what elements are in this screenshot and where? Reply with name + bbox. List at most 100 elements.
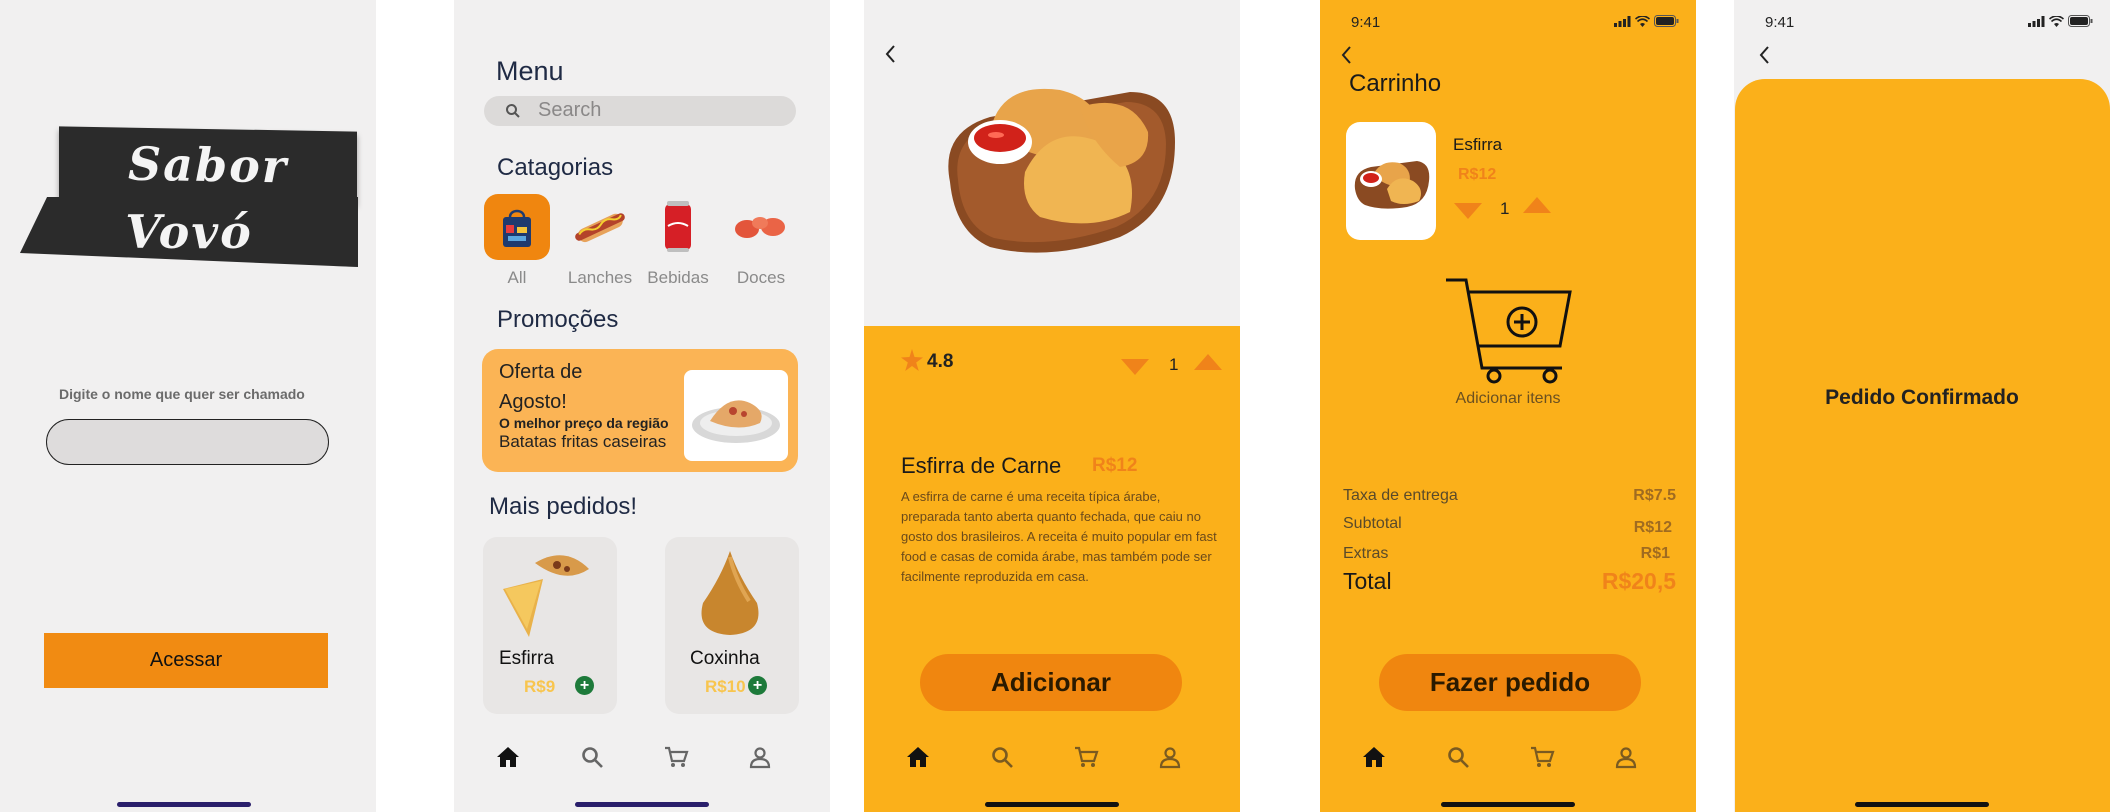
signal-icon <box>1614 15 1631 27</box>
subtotal-row: Subtotal R$12 <box>1343 515 1676 536</box>
name-input[interactable] <box>46 419 329 465</box>
add-to-cart-button[interactable]: Adicionar <box>920 654 1182 711</box>
tab-cart[interactable] <box>1069 740 1103 774</box>
tab-profile[interactable] <box>1153 740 1187 774</box>
search-icon <box>506 104 520 118</box>
home-indicator[interactable] <box>985 802 1119 807</box>
tab-home[interactable] <box>901 740 935 774</box>
back-icon[interactable] <box>1758 45 1770 65</box>
category-label: Doces <box>736 268 786 287</box>
delivery-fee-label: Taxa de entrega <box>1343 487 1458 504</box>
product-image <box>948 88 1175 253</box>
cart-icon <box>665 746 689 767</box>
back-icon[interactable] <box>884 44 896 64</box>
search-input[interactable]: Search <box>538 99 601 122</box>
tab-bar <box>864 740 1240 774</box>
quantity-value: 1 <box>1169 355 1179 374</box>
popular-title: Mais pedidos! <box>489 493 638 520</box>
add-item-button[interactable]: + <box>575 676 594 695</box>
popular-item-esfirra[interactable]: Esfirra R$9 + <box>483 537 617 714</box>
category-label: All <box>507 268 527 287</box>
star-icon <box>901 349 923 371</box>
increase-quantity-icon[interactable] <box>1523 197 1551 213</box>
hot-dog-icon <box>567 194 633 260</box>
tab-search[interactable] <box>575 740 609 774</box>
cart-item-name: Esfirra <box>1453 135 1503 154</box>
home-indicator[interactable] <box>1855 802 1989 807</box>
home-indicator[interactable] <box>117 802 251 807</box>
product-description: A esfirra de carne é uma receita típica … <box>901 489 1217 584</box>
subtotal-label: Subtotal <box>1343 515 1402 532</box>
delivery-fee-value: R$7.5 <box>1633 487 1676 504</box>
battery-icon <box>2068 15 2093 27</box>
cart-item-price: R$12 <box>1458 166 1497 183</box>
confirmation-sheet <box>1735 79 2110 812</box>
place-order-button[interactable]: Fazer pedido <box>1379 654 1641 711</box>
back-icon[interactable] <box>1340 45 1352 65</box>
category-label: Bebidas <box>647 268 709 287</box>
coxinha-image <box>701 551 759 635</box>
status-time: 9:41 <box>1765 14 1795 31</box>
tab-profile[interactable] <box>743 740 777 774</box>
item-name: Coxinha <box>690 648 760 669</box>
tab-home[interactable] <box>491 740 525 774</box>
profile-icon <box>1159 747 1181 769</box>
home-indicator[interactable] <box>1441 802 1575 807</box>
confirmation-message: Pedido Confirmado <box>1825 386 2019 409</box>
tab-search[interactable] <box>985 740 1019 774</box>
cart-screen: 9:41 Carrinho Esfirra R$12 1 Adicionar i… <box>1320 0 1696 812</box>
logo: Sabor <box>59 126 357 204</box>
status-icons <box>1614 15 1679 27</box>
search-icon <box>582 747 603 768</box>
total-row: Total R$20,5 <box>1343 568 1676 595</box>
increase-quantity-icon[interactable] <box>1194 354 1222 370</box>
menu-screen: Menu Search Catagorias All Lanches Bebid… <box>454 0 830 812</box>
status-time: 9:41 <box>1351 14 1381 31</box>
product-screen: 4.8 1 Esfirra de Carne R$12 A esfirra de… <box>864 0 1240 812</box>
category-doces[interactable]: Doces <box>726 194 796 288</box>
category-lanches[interactable]: Lanches <box>565 194 635 288</box>
tab-cart[interactable] <box>659 740 693 774</box>
product-price: R$12 <box>1092 455 1138 476</box>
access-button[interactable]: Acessar <box>44 633 328 688</box>
home-icon <box>497 747 519 767</box>
search-bar[interactable]: Search <box>484 96 796 126</box>
promo-card[interactable]: Oferta de Agosto! O melhor preço da regi… <box>482 349 798 472</box>
promo-subtitle: O melhor preço da região <box>499 415 669 431</box>
item-name: Esfirra <box>499 648 554 669</box>
subtotal-value: R$12 <box>1633 519 1672 536</box>
category-bebidas[interactable]: Bebidas <box>643 194 713 288</box>
decrease-quantity-icon[interactable] <box>1121 359 1149 375</box>
decrease-quantity-icon[interactable] <box>1454 203 1482 219</box>
soda-can-icon <box>645 194 711 260</box>
tab-home[interactable] <box>1357 740 1391 774</box>
esfirra-image <box>503 555 589 637</box>
wifi-icon <box>2049 15 2064 27</box>
add-items-cart-icon[interactable] <box>1442 276 1576 386</box>
add-items-label[interactable]: Adicionar itens <box>1320 390 1696 408</box>
cart-item-quantity: 1 <box>1500 199 1510 218</box>
profile-icon <box>1615 747 1637 769</box>
total-label: Total <box>1343 568 1392 594</box>
product-name: Esfirra de Carne <box>901 453 1062 478</box>
logo-line-2: Vovó <box>125 205 253 259</box>
category-all[interactable]: All <box>482 194 552 288</box>
home-icon <box>907 747 929 767</box>
popular-item-coxinha[interactable]: Coxinha R$10 + <box>665 537 799 714</box>
tab-bar <box>1320 740 1696 774</box>
tab-cart[interactable] <box>1525 740 1559 774</box>
home-indicator[interactable] <box>575 802 709 807</box>
status-icons <box>2028 15 2093 27</box>
extras-row: Extras R$1 <box>1343 545 1676 563</box>
tab-search[interactable] <box>1441 740 1475 774</box>
rating-value: 4.8 <box>927 351 954 372</box>
search-icon <box>992 747 1013 768</box>
shopping-bag-icon <box>484 194 550 260</box>
cart-icon <box>1531 746 1555 767</box>
tab-profile[interactable] <box>1609 740 1643 774</box>
page-title: Menu <box>496 56 564 86</box>
add-item-button[interactable]: + <box>748 676 767 695</box>
item-price: R$9 <box>524 677 556 696</box>
promo-headline: Oferta de Agosto! <box>499 361 583 413</box>
name-label: Digite o nome que quer ser chamado <box>59 386 305 402</box>
